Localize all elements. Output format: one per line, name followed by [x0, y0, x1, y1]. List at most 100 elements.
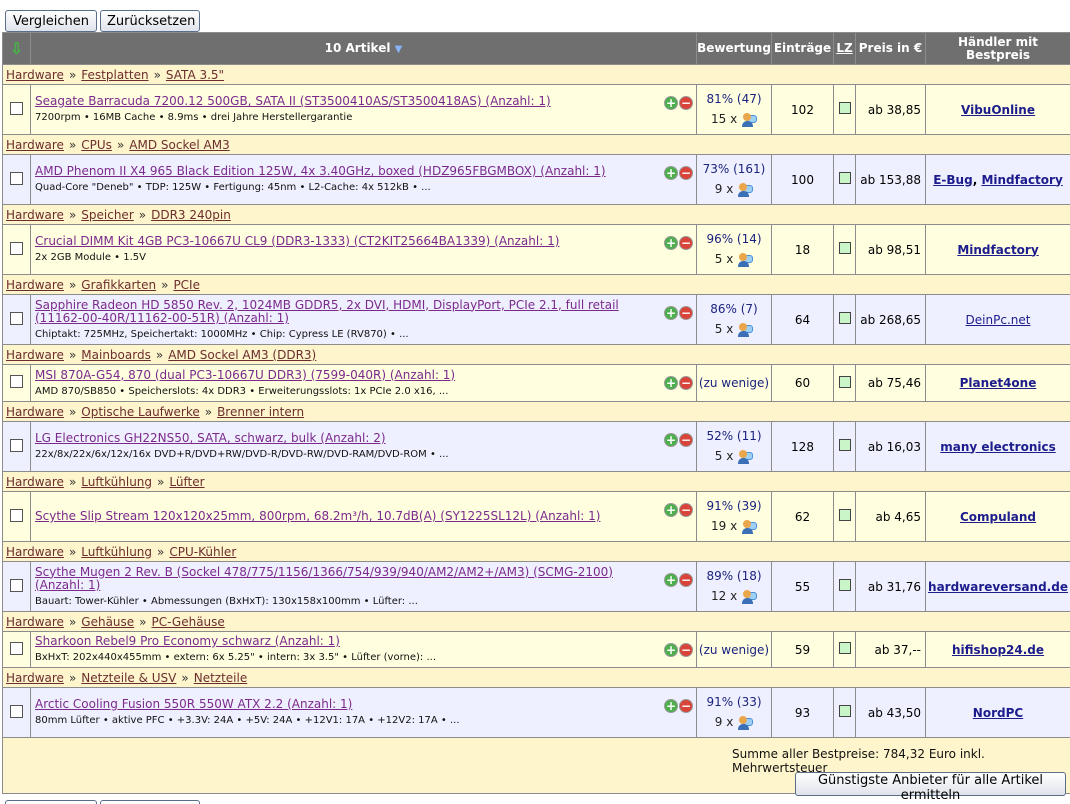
plus-circle-icon[interactable]: +: [664, 503, 678, 517]
user-review-icon[interactable]: [737, 182, 754, 197]
product-link[interactable]: Scythe Slip Stream 120x120x25mm, 800rpm,…: [35, 510, 692, 523]
seller-link[interactable]: VibuOnline: [961, 103, 1035, 117]
breadcrumb-link[interactable]: DDR3 240pin: [151, 208, 231, 222]
plus-circle-icon[interactable]: +: [664, 166, 678, 180]
breadcrumb-link[interactable]: Optische Laufwerke: [81, 405, 199, 419]
select-checkbox[interactable]: [10, 375, 23, 388]
compare-button[interactable]: Vergleichen: [5, 10, 97, 32]
breadcrumb-link[interactable]: Hardware: [6, 671, 64, 685]
select-checkbox[interactable]: [10, 578, 23, 592]
seller-link[interactable]: hifishop24.de: [952, 643, 1044, 657]
user-review-icon[interactable]: [737, 715, 754, 730]
plus-circle-icon[interactable]: +: [664, 433, 678, 447]
select-checkbox[interactable]: [10, 171, 23, 185]
sort-desc-icon[interactable]: ▼: [395, 44, 403, 55]
breadcrumb-link[interactable]: PC-Gehäuse: [152, 615, 225, 629]
breadcrumb-link[interactable]: Lüfter: [169, 475, 204, 489]
select-checkbox[interactable]: [10, 101, 23, 115]
plus-circle-icon[interactable]: +: [664, 96, 678, 110]
rating-value[interactable]: 52% (11): [697, 429, 771, 443]
reviews-count[interactable]: 5 x: [697, 252, 771, 267]
product-link[interactable]: Sapphire Radeon HD 5850 Rev. 2, 1024MB G…: [35, 298, 692, 325]
seller-link[interactable]: E-Bug: [933, 173, 972, 187]
user-review-icon[interactable]: [737, 322, 754, 337]
breadcrumb-link[interactable]: Festplatten: [81, 68, 148, 82]
breadcrumb-link[interactable]: PCIe: [173, 278, 200, 292]
price-cell[interactable]: ab 153,88: [855, 154, 926, 205]
reviews-count[interactable]: 5 x: [697, 449, 771, 464]
price-header[interactable]: Preis in €: [855, 32, 926, 65]
rating-value[interactable]: 91% (33): [697, 695, 771, 709]
breadcrumb-link[interactable]: CPUs: [81, 138, 112, 152]
select-checkbox[interactable]: [10, 438, 23, 452]
breadcrumb-link[interactable]: Luftkühlung: [81, 545, 152, 559]
breadcrumb-link[interactable]: Speicher: [81, 208, 133, 222]
breadcrumb-link[interactable]: Netzteile: [194, 671, 248, 685]
breadcrumb-link[interactable]: Brenner intern: [217, 405, 304, 419]
price-cell[interactable]: ab 38,85: [855, 84, 926, 135]
minus-circle-icon[interactable]: −: [679, 503, 693, 517]
breadcrumb-link[interactable]: Mainboards: [81, 348, 151, 362]
price-cell[interactable]: ab 31,76: [855, 561, 926, 612]
breadcrumb-link[interactable]: Hardware: [6, 475, 64, 489]
minus-circle-icon[interactable]: −: [679, 573, 693, 587]
rating-value[interactable]: (zu wenige): [697, 643, 771, 657]
reviews-count[interactable]: 15 x: [697, 112, 771, 127]
minus-circle-icon[interactable]: −: [679, 306, 693, 320]
product-link[interactable]: Arctic Cooling Fusion 550R 550W ATX 2.2 …: [35, 698, 692, 711]
reset-button[interactable]: Zurücksetzen: [100, 10, 200, 32]
product-link[interactable]: LG Electronics GH22NS50, SATA, schwarz, …: [35, 432, 692, 445]
rating-value[interactable]: 89% (18): [697, 569, 771, 583]
minus-circle-icon[interactable]: −: [679, 643, 693, 657]
seller-link[interactable]: Mindfactory: [981, 173, 1062, 187]
minus-circle-icon[interactable]: −: [679, 96, 693, 110]
breadcrumb-link[interactable]: Hardware: [6, 208, 64, 222]
price-cell[interactable]: ab 37,--: [855, 631, 926, 668]
price-cell[interactable]: ab 43,50: [855, 687, 926, 738]
product-link[interactable]: MSI 870A-G54, 870 (dual PC3-10667U DDR3)…: [35, 368, 692, 382]
seller-link[interactable]: DeinPc.net: [966, 313, 1031, 327]
select-checkbox[interactable]: [10, 311, 23, 325]
compare-button-bottom[interactable]: [5, 800, 97, 804]
sort-arrow-icon[interactable]: ⇩: [2, 32, 31, 65]
breadcrumb-link[interactable]: Luftkühlung: [81, 475, 152, 489]
minus-circle-icon[interactable]: −: [679, 699, 693, 713]
breadcrumb-link[interactable]: Grafikkarten: [81, 278, 156, 292]
seller-link[interactable]: hardwareversand.de: [928, 580, 1068, 594]
seller-link[interactable]: Planet4one: [960, 376, 1037, 390]
find-cheapest-sellers-button[interactable]: Günstigste Anbieter für alle Artikel erm…: [795, 772, 1066, 803]
user-review-icon[interactable]: [741, 519, 757, 534]
breadcrumb-link[interactable]: Hardware: [6, 68, 64, 82]
seller-link[interactable]: NordPC: [973, 706, 1023, 720]
price-cell[interactable]: ab 98,51: [855, 224, 926, 275]
minus-circle-icon[interactable]: −: [679, 236, 693, 250]
entries-header[interactable]: Einträge: [771, 32, 834, 65]
breadcrumb-link[interactable]: CPU-Kühler: [169, 545, 236, 559]
rating-header[interactable]: Bewertung: [696, 32, 772, 65]
reviews-count[interactable]: 19 x: [697, 519, 771, 534]
seller-link[interactable]: Compuland: [960, 510, 1036, 524]
plus-circle-icon[interactable]: +: [664, 376, 678, 390]
articles-header[interactable]: 10 Artikel ▼: [30, 32, 697, 65]
user-review-icon[interactable]: [741, 112, 757, 127]
plus-circle-icon[interactable]: +: [664, 236, 678, 250]
user-review-icon[interactable]: [741, 589, 757, 604]
breadcrumb-link[interactable]: Hardware: [6, 348, 64, 362]
rating-value[interactable]: 86% (7): [697, 302, 771, 316]
lz-header[interactable]: LZ: [833, 32, 856, 65]
reviews-count[interactable]: 12 x: [697, 589, 771, 604]
breadcrumb-link[interactable]: Netzteile & USV: [81, 671, 176, 685]
reset-button-bottom[interactable]: [100, 800, 200, 804]
rating-value[interactable]: (zu wenige): [697, 376, 771, 390]
select-checkbox[interactable]: [10, 508, 23, 522]
user-review-icon[interactable]: [737, 252, 754, 267]
breadcrumb-link[interactable]: AMD Sockel AM3: [129, 138, 229, 152]
breadcrumb-link[interactable]: SATA 3.5": [166, 68, 224, 82]
seller-link[interactable]: many electronics: [940, 440, 1055, 454]
price-cell[interactable]: ab 75,46: [855, 364, 926, 402]
product-link[interactable]: Sharkoon Rebel9 Pro Economy schwarz (Anz…: [35, 635, 692, 648]
breadcrumb-link[interactable]: AMD Sockel AM3 (DDR3): [168, 348, 316, 362]
product-link[interactable]: AMD Phenom II X4 965 Black Edition 125W,…: [35, 165, 692, 178]
plus-circle-icon[interactable]: +: [664, 643, 678, 657]
reviews-count[interactable]: 9 x: [697, 182, 771, 197]
